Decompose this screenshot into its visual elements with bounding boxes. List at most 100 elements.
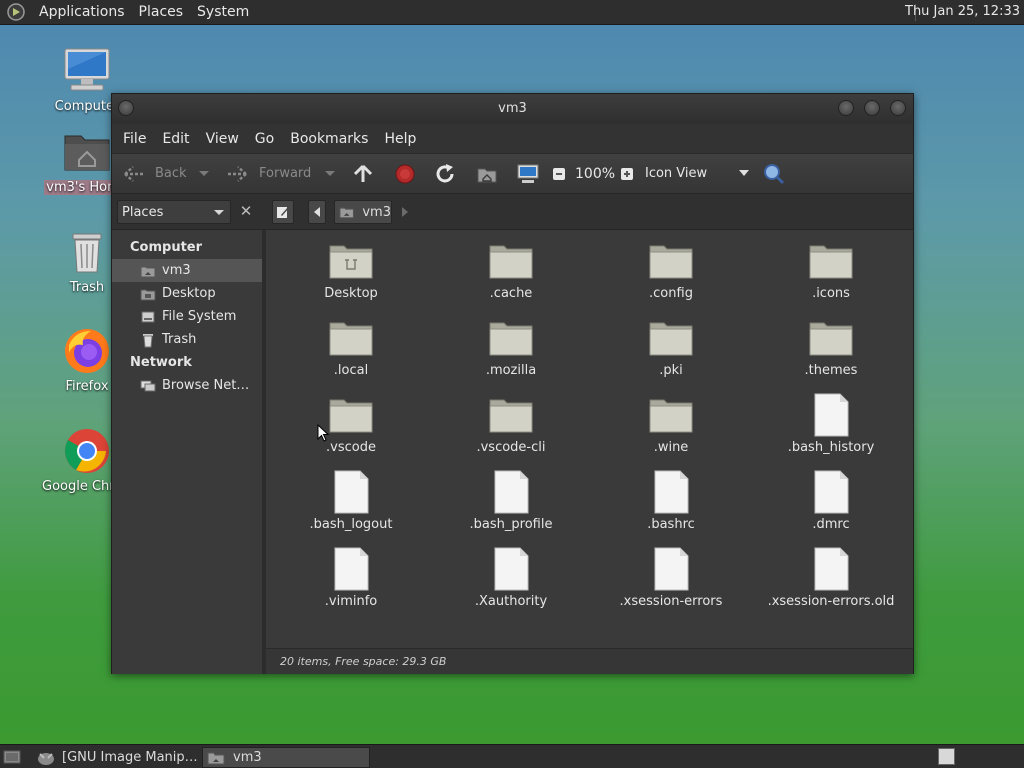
maximize-button[interactable]: [864, 100, 880, 116]
home-icon: [140, 266, 156, 277]
back-history-dropdown[interactable]: [198, 154, 210, 194]
file-item[interactable]: .local: [276, 315, 426, 378]
taskbar-item-label: [GNU Image Manip…: [62, 750, 198, 765]
toggle-location-entry-button[interactable]: [272, 200, 294, 224]
menu-view[interactable]: View: [200, 131, 245, 147]
file-name: .bashrc: [647, 517, 695, 532]
back-button[interactable]: Back: [122, 154, 187, 194]
menu-file[interactable]: File: [117, 131, 152, 147]
file-item[interactable]: .vscode: [276, 392, 426, 455]
toolbar: Back Forward 100% Icon View: [112, 154, 913, 194]
zoom-level[interactable]: 100%: [575, 154, 615, 194]
zoom-in-button[interactable]: [620, 154, 634, 194]
file-name: .vscode: [326, 440, 376, 455]
file-item[interactable]: .bashrc: [596, 469, 746, 532]
sidebar-item-trash[interactable]: Trash: [112, 328, 262, 351]
search-button[interactable]: [762, 154, 786, 194]
file-item[interactable]: .themes: [756, 315, 906, 378]
file-item[interactable]: .bash_logout: [276, 469, 426, 532]
path-scroll-left-button[interactable]: [308, 200, 326, 224]
minimize-button[interactable]: [838, 100, 854, 116]
file-item[interactable]: .pki: [596, 315, 746, 378]
menu-edit[interactable]: Edit: [156, 131, 195, 147]
folder-icon: [649, 245, 693, 279]
path-scroll-right-button[interactable]: [402, 206, 408, 221]
file-view[interactable]: Desktop .cache .config .icons .local .mo…: [266, 230, 913, 648]
mouse-cursor-icon: [317, 424, 329, 442]
workspace-switcher[interactable]: [938, 748, 955, 765]
file-name: .config: [649, 286, 693, 301]
file-item[interactable]: .xsession-errors.old: [756, 546, 906, 609]
clock[interactable]: Thu Jan 25, 12:33: [905, 4, 1020, 19]
side-pane-selector[interactable]: Places: [117, 200, 231, 224]
file-item[interactable]: .xsession-errors: [596, 546, 746, 609]
gimp-icon: [38, 752, 54, 765]
sidebar-item-file-system[interactable]: File System: [112, 305, 262, 328]
sidebar-item-label: Browse Net…: [162, 378, 250, 393]
file-item[interactable]: .mozilla: [436, 315, 586, 378]
sidebar-heading-network: Network: [130, 355, 192, 370]
forward-history-dropdown[interactable]: [324, 154, 336, 194]
stop-button[interactable]: [394, 154, 416, 194]
edit-icon: [277, 207, 289, 218]
close-side-pane-button[interactable]: ✕: [236, 201, 256, 221]
file-item[interactable]: Desktop: [276, 238, 426, 301]
close-button[interactable]: [890, 100, 906, 116]
file-item[interactable]: .bash_profile: [436, 469, 586, 532]
sidebar-item-desktop[interactable]: Desktop: [112, 282, 262, 305]
file-item[interactable]: .wine: [596, 392, 746, 455]
window-title: vm3: [498, 101, 527, 116]
view-mode-select[interactable]: Icon View: [645, 154, 749, 194]
network-icon: [140, 380, 156, 391]
menu-bookmarks[interactable]: Bookmarks: [284, 131, 374, 147]
document-icon: [494, 547, 529, 591]
taskbar-item-vm3[interactable]: vm3: [202, 747, 370, 768]
menu-go[interactable]: Go: [249, 131, 280, 147]
distro-logo-icon[interactable]: [6, 2, 26, 22]
close-icon: ✕: [239, 202, 253, 220]
file-item[interactable]: .icons: [756, 238, 906, 301]
zoom-out-button[interactable]: [552, 154, 566, 194]
file-name: .dmrc: [812, 517, 850, 532]
file-name: .xsession-errors: [619, 594, 723, 609]
folder-icon: [489, 322, 533, 356]
show-desktop-icon: [3, 750, 21, 764]
chevron-down-icon: [214, 210, 224, 215]
file-item[interactable]: .config: [596, 238, 746, 301]
file-item[interactable]: .bash_history: [756, 392, 906, 455]
file-item[interactable]: .vscode-cli: [436, 392, 586, 455]
sidebar-item-browse-network[interactable]: Browse Net…: [112, 374, 262, 397]
show-desktop-button[interactable]: [3, 749, 21, 768]
desktop-folder-icon: [329, 245, 373, 279]
reload-button[interactable]: [434, 154, 456, 194]
file-name: Desktop: [324, 286, 378, 301]
window-titlebar[interactable]: vm3: [112, 94, 913, 124]
file-item[interactable]: .cache: [436, 238, 586, 301]
top-panel: Applications Places System Thu Jan 25, 1…: [0, 0, 1024, 25]
menu-places[interactable]: Places: [132, 4, 191, 20]
file-item[interactable]: .dmrc: [756, 469, 906, 532]
menu-help[interactable]: Help: [378, 131, 422, 147]
folder-icon: [207, 752, 225, 764]
zoom-in-icon: [621, 167, 633, 180]
computer-button[interactable]: [516, 154, 540, 194]
file-item[interactable]: .Xauthority: [436, 546, 586, 609]
forward-button[interactable]: Forward: [225, 154, 311, 194]
folder-icon: [489, 245, 533, 279]
menu-applications[interactable]: Applications: [32, 4, 132, 20]
home-icon: [339, 207, 354, 219]
file-manager-window: vm3 File Edit View Go Bookmarks Help Bac…: [111, 93, 914, 674]
file-item[interactable]: .viminfo: [276, 546, 426, 609]
file-name: .bash_profile: [469, 517, 553, 532]
path-button-vm3[interactable]: vm3: [334, 200, 392, 224]
up-button[interactable]: [352, 154, 374, 194]
file-name: .wine: [653, 440, 689, 455]
computer-icon: [517, 164, 539, 183]
home-folder-icon: [64, 135, 110, 171]
home-button[interactable]: [476, 154, 498, 194]
sidebar-item-vm3[interactable]: vm3: [112, 259, 262, 282]
path-button-label: vm3: [362, 204, 391, 220]
menu-system[interactable]: System: [190, 4, 256, 20]
home-icon: [477, 168, 497, 182]
taskbar-item-gimp[interactable]: [GNU Image Manip…: [32, 747, 198, 768]
